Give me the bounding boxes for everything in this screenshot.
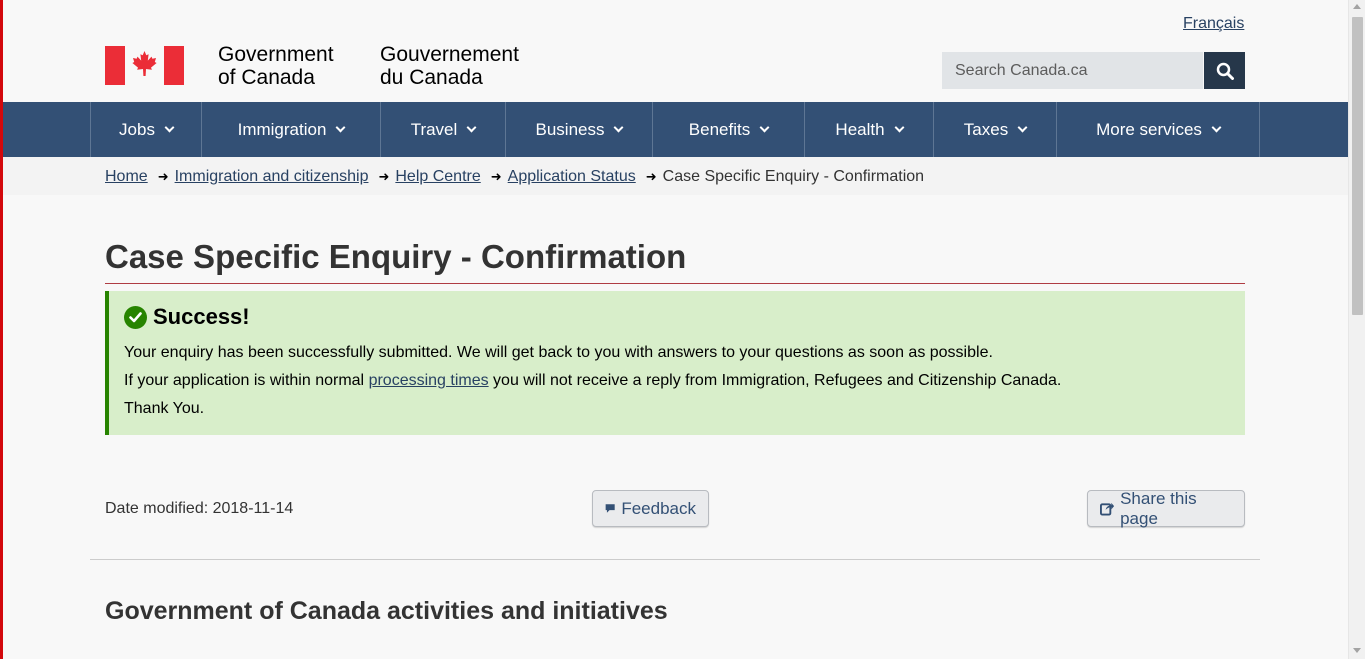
breadcrumb-home[interactable]: Home (105, 168, 148, 186)
scrollbar-thumb[interactable] (1352, 17, 1363, 315)
arrow-right-icon: ➜ (378, 169, 390, 184)
checkmark-circle-icon (124, 305, 147, 329)
menu-item-health[interactable]: Health (804, 102, 933, 157)
menu-item-label: Health (835, 119, 885, 139)
breadcrumb-immigration[interactable]: Immigration and citizenship (175, 168, 369, 186)
menu-item-jobs[interactable]: Jobs (90, 102, 201, 157)
share-button[interactable]: Share this page (1087, 488, 1245, 528)
breadcrumb-help-centre[interactable]: Help Centre (395, 168, 480, 186)
feedback-button[interactable]: Feedback (592, 490, 709, 527)
window-frame-edge (0, 0, 3, 659)
maple-leaf-icon (132, 51, 157, 76)
menu-item-label: Taxes (963, 119, 1009, 139)
menu-item-taxes[interactable]: Taxes (933, 102, 1056, 157)
alert-title: Success! (153, 304, 250, 329)
menu-item-more-services[interactable]: More services (1056, 102, 1260, 157)
menu-item-benefits[interactable]: Benefits (652, 102, 804, 157)
menu-item-label: Jobs (119, 119, 155, 139)
menu-item-label: Travel (410, 119, 458, 139)
alert-message-2: If your application is within normal pro… (124, 372, 1062, 389)
canada-flag-logo (105, 46, 184, 85)
arrow-right-icon: ➜ (645, 169, 657, 184)
signature-english: Government of Canada (218, 43, 334, 89)
menu-item-label: Immigration (237, 119, 327, 139)
language-toggle-link[interactable]: Français (1183, 15, 1244, 33)
divider (90, 559, 1260, 560)
menu-item-label: Benefits (688, 119, 751, 139)
arrow-right-icon: ➜ (157, 169, 169, 184)
scroll-up-icon[interactable] (1353, 4, 1361, 9)
chevron-down-icon (614, 122, 624, 133)
main-menu: Jobs Immigration Travel Business Benefit… (3, 102, 1348, 157)
menu-item-business[interactable]: Business (505, 102, 652, 157)
date-modified: Date modified: 2018-11-14 (105, 500, 294, 517)
success-alert: Success! Your enquiry has been successfu… (105, 291, 1245, 435)
chevron-down-icon (894, 122, 905, 133)
signature-french: Gouvernement du Canada (380, 43, 519, 89)
chevron-down-icon (164, 122, 175, 133)
search-icon (1216, 62, 1234, 80)
chevron-down-icon (759, 122, 770, 133)
menu-item-label: More services (1096, 119, 1202, 139)
processing-times-link[interactable]: processing times (369, 372, 489, 389)
chevron-down-icon (1211, 122, 1222, 133)
menu-item-immigration[interactable]: Immigration (201, 102, 380, 157)
scroll-down-icon[interactable] (1353, 648, 1361, 653)
share-label: Share this page (1120, 488, 1197, 528)
breadcrumb-application-status[interactable]: Application Status (508, 168, 636, 186)
menu-item-label: Business (535, 119, 605, 139)
search-button[interactable] (1204, 52, 1245, 89)
alert-message-3: Thank You. (124, 400, 205, 417)
breadcrumb-current: Case Specific Enquiry - Confirmation (662, 168, 925, 185)
scrollbar[interactable] (1348, 0, 1365, 659)
feedback-label: Feedback (621, 498, 696, 518)
alert-message-1: Your enquiry has been successfully submi… (124, 344, 993, 361)
chevron-down-icon (1017, 122, 1028, 133)
search-input[interactable] (942, 52, 1203, 89)
arrow-right-icon: ➜ (490, 169, 502, 184)
chevron-down-icon (466, 122, 477, 133)
search-form (942, 52, 1245, 89)
menu-item-travel[interactable]: Travel (380, 102, 505, 157)
breadcrumb: Home ➜ Immigration and citizenship ➜ Hel… (3, 157, 1348, 195)
share-icon (1100, 502, 1115, 516)
chevron-down-icon (335, 122, 346, 133)
page-title: Case Specific Enquiry - Confirmation (105, 238, 1245, 284)
footer-heading: Government of Canada activities and init… (105, 597, 668, 625)
comment-icon (605, 504, 615, 513)
